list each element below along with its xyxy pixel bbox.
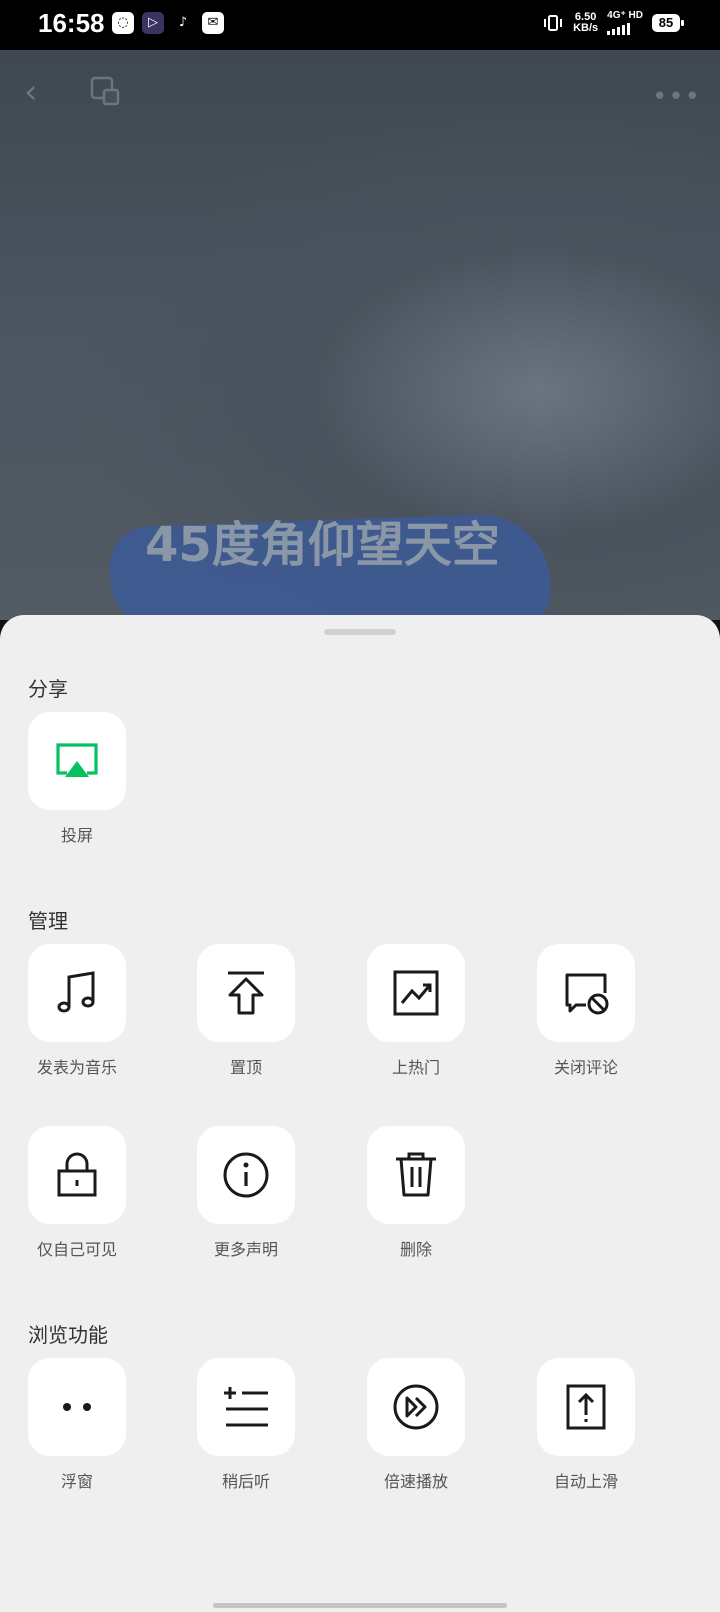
cloud-app-icon: ◌ — [112, 12, 134, 34]
video-app-icon: ▷ — [142, 12, 164, 34]
picture-in-picture-icon[interactable] — [90, 76, 120, 106]
music-note-icon — [57, 971, 95, 1013]
back-icon[interactable]: ‹ — [24, 75, 52, 109]
playback-speed-button[interactable]: 倍速播放 — [346, 1358, 486, 1492]
tiktok-icon: ♪ — [178, 15, 188, 30]
more-icon[interactable]: ••• — [652, 82, 701, 112]
trending-icon — [393, 970, 439, 1016]
vibrate-icon — [544, 14, 563, 31]
listen-later-icon — [224, 1387, 268, 1427]
network-label: 4G⁺ HD — [607, 10, 643, 21]
boost-trending-button[interactable]: 上热门 — [346, 944, 486, 1078]
home-indicator[interactable] — [213, 1603, 507, 1608]
comment-off-icon — [565, 973, 609, 1015]
status-indicators: 6.50 KB/s 4G⁺ HD 85 — [542, 10, 684, 35]
publish-as-music-button[interactable]: 发表为音乐 — [7, 944, 147, 1078]
cast-screen-button[interactable]: 投屏 — [7, 712, 147, 846]
action-label: 上热门 — [391, 1058, 440, 1077]
lock-icon — [57, 1152, 97, 1197]
action-label: 浮窗 — [60, 1472, 93, 1491]
auto-scroll-button[interactable]: 自动上滑 — [516, 1358, 656, 1492]
section-title-share: 分享 — [28, 677, 68, 701]
action-label: 置顶 — [229, 1058, 262, 1077]
status-bar: 16:58 ◌ ▷ ♪ ✉ 6.50 KB/s 4G⁺ HD 85 — [0, 0, 720, 50]
sheet-handle[interactable] — [324, 629, 396, 635]
pin-top-button[interactable]: 置顶 — [176, 944, 316, 1078]
cover-title: 45度角仰望天空 — [145, 517, 500, 573]
signal-icon — [607, 21, 643, 35]
action-label: 关闭评论 — [553, 1058, 618, 1077]
action-label: 倍速播放 — [383, 1472, 448, 1491]
action-label: 更多声明 — [213, 1240, 278, 1259]
more-statement-button[interactable]: 更多声明 — [176, 1126, 316, 1260]
action-label: 删除 — [399, 1240, 432, 1259]
status-time: 16:58 — [38, 8, 105, 38]
network-indicator: 4G⁺ HD — [607, 10, 643, 35]
action-label: 仅自己可见 — [36, 1240, 117, 1259]
speed-icon — [393, 1384, 439, 1430]
pin-top-icon — [228, 971, 264, 1015]
info-icon — [223, 1152, 269, 1198]
trash-icon — [396, 1152, 436, 1197]
battery-icon: 85 — [652, 13, 684, 32]
section-title-browse: 浏览功能 — [28, 1323, 108, 1347]
listen-later-button[interactable]: 稍后听 — [176, 1358, 316, 1492]
section-title-manage: 管理 — [28, 909, 68, 933]
action-label: 投屏 — [60, 826, 93, 845]
status-app-icons: ◌ ▷ ♪ ✉ — [112, 12, 224, 34]
action-label: 自动上滑 — [553, 1472, 618, 1491]
float-window-button[interactable]: 浮窗 — [7, 1358, 147, 1492]
action-label: 发表为音乐 — [36, 1058, 117, 1077]
close-comments-button[interactable]: 关闭评论 — [516, 944, 656, 1078]
airplay-icon — [56, 743, 98, 777]
mail-icon: ✉ — [202, 12, 224, 34]
float-window-icon — [63, 1403, 91, 1411]
video-cover: ‹ ••• 45度角仰望天空 — [0, 50, 720, 638]
action-sheet: 分享 投屏 管理 发表为音乐 置顶 上热门 关闭评论 仅自己可见 更多声明 删除… — [0, 615, 720, 1612]
action-label: 稍后听 — [221, 1472, 270, 1491]
auto-scroll-icon — [566, 1384, 606, 1430]
private-visible-button[interactable]: 仅自己可见 — [7, 1126, 147, 1260]
delete-button[interactable]: 删除 — [346, 1126, 486, 1260]
net-speed: 6.50 KB/s — [573, 10, 599, 34]
